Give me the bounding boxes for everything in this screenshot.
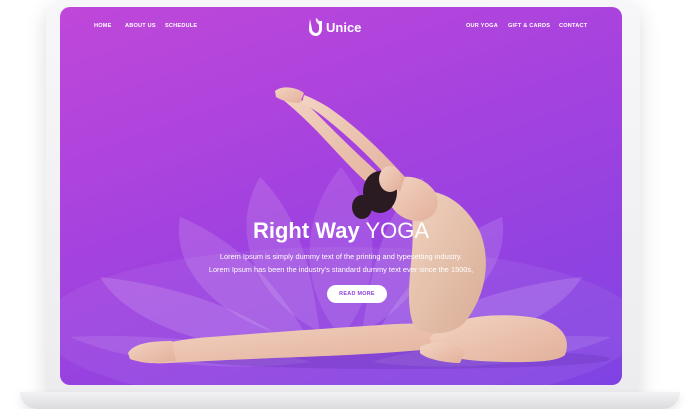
- hero-title-light: YOGA: [365, 218, 430, 243]
- nav-about-us[interactable]: ABOUT US: [125, 23, 156, 29]
- brand-logo[interactable]: Unice: [307, 17, 361, 37]
- hero-description-line-1: Lorem Ipsum is simply dummy text of the …: [219, 252, 463, 261]
- yoga-woman-image: [128, 87, 610, 369]
- u-leaf-logo-icon: [309, 18, 322, 36]
- nav-gift-cards[interactable]: GIFT & CARDS: [508, 23, 550, 29]
- nav-contact[interactable]: CONTACT: [559, 23, 587, 29]
- hero-title: Right Way YOGA: [60, 218, 622, 244]
- hero-description-line-2: Lorem Ipsum has been the industry's stan…: [208, 265, 474, 274]
- hero-title-bold: Right Way: [252, 218, 360, 243]
- nav-our-yoga[interactable]: OUR YOGA: [466, 23, 498, 29]
- read-more-button[interactable]: READ MORE: [327, 285, 387, 303]
- nav-schedule[interactable]: SCHEDULE: [165, 23, 197, 29]
- website-screen: HOME ABOUT US SCHEDULE OUR YOGA GIFT & C…: [60, 7, 622, 385]
- nav-home[interactable]: HOME: [94, 23, 112, 29]
- brand-name: Unice: [326, 19, 362, 35]
- laptop-base: [20, 392, 680, 409]
